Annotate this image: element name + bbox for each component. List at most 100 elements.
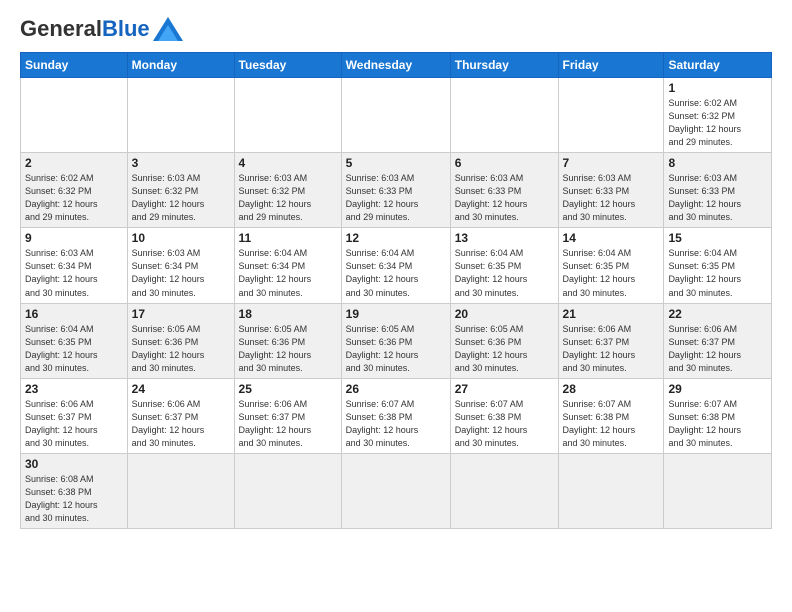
calendar-cell: 2 Sunrise: 6:02 AM Sunset: 6:32 PM Daylig… (21, 153, 128, 228)
day-info: Sunrise: 6:06 AM Sunset: 6:37 PM Dayligh… (668, 323, 767, 375)
calendar-cell: 5 Sunrise: 6:03 AM Sunset: 6:33 PM Daylig… (341, 153, 450, 228)
day-number: 1 (668, 81, 767, 95)
calendar-cell: 6Sunrise: 6:03 AM Sunset: 6:33 PM Daylig… (450, 153, 558, 228)
calendar-cell (558, 453, 664, 528)
day-info: Sunrise: 6:07 AM Sunset: 6:38 PM Dayligh… (563, 398, 660, 450)
logo-area: General Blue (20, 16, 183, 42)
day-info: Sunrise: 6:04 AM Sunset: 6:34 PM Dayligh… (346, 247, 446, 299)
calendar-cell: 13 Sunrise: 6:04 AM Sunset: 6:35 PM Dayli… (450, 228, 558, 303)
logo-icon (153, 17, 183, 41)
calendar-cell: 30 Sunrise: 6:08 AM Sunset: 6:38 PM Dayli… (21, 453, 128, 528)
day-number: 21 (563, 307, 660, 321)
day-number: 3 (132, 156, 230, 170)
day-number: 13 (455, 231, 554, 245)
day-number: 26 (346, 382, 446, 396)
header: General Blue (20, 16, 772, 42)
day-info: Sunrise: 6:03 AM Sunset: 6:33 PM Dayligh… (346, 172, 446, 224)
day-info: Sunrise: 6:03 AM Sunset: 6:32 PM Dayligh… (132, 172, 230, 224)
day-number: 14 (563, 231, 660, 245)
day-info: Sunrise: 6:04 AM Sunset: 6:35 PM Dayligh… (25, 323, 123, 375)
calendar-page: General Blue SundayMondayTuesdayWednesda… (0, 0, 792, 539)
calendar-cell (127, 453, 234, 528)
day-number: 19 (346, 307, 446, 321)
week-row-5: 30 Sunrise: 6:08 AM Sunset: 6:38 PM Dayli… (21, 453, 772, 528)
week-row-2: 9 Sunrise: 6:03 AM Sunset: 6:34 PM Daylig… (21, 228, 772, 303)
calendar-cell: 9 Sunrise: 6:03 AM Sunset: 6:34 PM Daylig… (21, 228, 128, 303)
day-number: 24 (132, 382, 230, 396)
header-tuesday: Tuesday (234, 53, 341, 78)
day-number: 16 (25, 307, 123, 321)
header-wednesday: Wednesday (341, 53, 450, 78)
day-number: 25 (239, 382, 337, 396)
calendar-cell: 14 Sunrise: 6:04 AM Sunset: 6:35 PM Dayli… (558, 228, 664, 303)
day-number: 30 (25, 457, 123, 471)
day-number: 20 (455, 307, 554, 321)
day-info: Sunrise: 6:05 AM Sunset: 6:36 PM Dayligh… (455, 323, 554, 375)
calendar-cell: 10Sunrise: 6:03 AM Sunset: 6:34 PM Dayli… (127, 228, 234, 303)
calendar-cell: 7Sunrise: 6:03 AM Sunset: 6:33 PM Daylig… (558, 153, 664, 228)
calendar-cell (450, 78, 558, 153)
day-number: 9 (25, 231, 123, 245)
calendar-cell: 11Sunrise: 6:04 AM Sunset: 6:34 PM Dayli… (234, 228, 341, 303)
calendar-cell: 1 Sunrise: 6:02 AM Sunset: 6:32 PM Daylig… (664, 78, 772, 153)
day-number: 8 (668, 156, 767, 170)
day-info: Sunrise: 6:08 AM Sunset: 6:38 PM Dayligh… (25, 473, 123, 525)
header-row: SundayMondayTuesdayWednesdayThursdayFrid… (21, 53, 772, 78)
week-row-4: 23Sunrise: 6:06 AM Sunset: 6:37 PM Dayli… (21, 378, 772, 453)
day-number: 17 (132, 307, 230, 321)
calendar-cell: 17 Sunrise: 6:05 AM Sunset: 6:36 PM Dayli… (127, 303, 234, 378)
calendar-cell: 20 Sunrise: 6:05 AM Sunset: 6:36 PM Dayli… (450, 303, 558, 378)
header-saturday: Saturday (664, 53, 772, 78)
calendar-cell: 29 Sunrise: 6:07 AM Sunset: 6:38 PM Dayli… (664, 378, 772, 453)
calendar-cell: 27Sunrise: 6:07 AM Sunset: 6:38 PM Dayli… (450, 378, 558, 453)
day-info: Sunrise: 6:04 AM Sunset: 6:34 PM Dayligh… (239, 247, 337, 299)
day-number: 28 (563, 382, 660, 396)
day-info: Sunrise: 6:07 AM Sunset: 6:38 PM Dayligh… (346, 398, 446, 450)
calendar-cell (234, 453, 341, 528)
calendar-table: SundayMondayTuesdayWednesdayThursdayFrid… (20, 52, 772, 529)
day-number: 5 (346, 156, 446, 170)
calendar-cell: 16 Sunrise: 6:04 AM Sunset: 6:35 PM Dayli… (21, 303, 128, 378)
day-info: Sunrise: 6:07 AM Sunset: 6:38 PM Dayligh… (455, 398, 554, 450)
calendar-cell (341, 78, 450, 153)
day-number: 2 (25, 156, 123, 170)
calendar-cell: 28 Sunrise: 6:07 AM Sunset: 6:38 PM Dayli… (558, 378, 664, 453)
day-info: Sunrise: 6:06 AM Sunset: 6:37 PM Dayligh… (563, 323, 660, 375)
calendar-cell: 18Sunrise: 6:05 AM Sunset: 6:36 PM Dayli… (234, 303, 341, 378)
day-info: Sunrise: 6:02 AM Sunset: 6:32 PM Dayligh… (25, 172, 123, 224)
day-info: Sunrise: 6:04 AM Sunset: 6:35 PM Dayligh… (563, 247, 660, 299)
day-number: 7 (563, 156, 660, 170)
header-monday: Monday (127, 53, 234, 78)
day-info: Sunrise: 6:05 AM Sunset: 6:36 PM Dayligh… (132, 323, 230, 375)
calendar-cell: 12Sunrise: 6:04 AM Sunset: 6:34 PM Dayli… (341, 228, 450, 303)
calendar-cell (664, 453, 772, 528)
day-info: Sunrise: 6:06 AM Sunset: 6:37 PM Dayligh… (25, 398, 123, 450)
day-info: Sunrise: 6:03 AM Sunset: 6:33 PM Dayligh… (455, 172, 554, 224)
day-info: Sunrise: 6:02 AM Sunset: 6:32 PM Dayligh… (668, 97, 767, 149)
day-info: Sunrise: 6:07 AM Sunset: 6:38 PM Dayligh… (668, 398, 767, 450)
calendar-cell: 26 Sunrise: 6:07 AM Sunset: 6:38 PM Dayli… (341, 378, 450, 453)
calendar-cell: 8 Sunrise: 6:03 AM Sunset: 6:33 PM Daylig… (664, 153, 772, 228)
day-info: Sunrise: 6:04 AM Sunset: 6:35 PM Dayligh… (455, 247, 554, 299)
calendar-cell: 24 Sunrise: 6:06 AM Sunset: 6:37 PM Dayli… (127, 378, 234, 453)
calendar-cell: 19 Sunrise: 6:05 AM Sunset: 6:36 PM Dayli… (341, 303, 450, 378)
header-sunday: Sunday (21, 53, 128, 78)
day-number: 15 (668, 231, 767, 245)
calendar-cell: 3 Sunrise: 6:03 AM Sunset: 6:32 PM Daylig… (127, 153, 234, 228)
day-info: Sunrise: 6:03 AM Sunset: 6:32 PM Dayligh… (239, 172, 337, 224)
week-row-3: 16 Sunrise: 6:04 AM Sunset: 6:35 PM Dayli… (21, 303, 772, 378)
day-info: Sunrise: 6:06 AM Sunset: 6:37 PM Dayligh… (132, 398, 230, 450)
calendar-cell: 21 Sunrise: 6:06 AM Sunset: 6:37 PM Dayli… (558, 303, 664, 378)
day-number: 22 (668, 307, 767, 321)
day-info: Sunrise: 6:06 AM Sunset: 6:37 PM Dayligh… (239, 398, 337, 450)
header-friday: Friday (558, 53, 664, 78)
day-info: Sunrise: 6:03 AM Sunset: 6:34 PM Dayligh… (25, 247, 123, 299)
day-info: Sunrise: 6:03 AM Sunset: 6:33 PM Dayligh… (668, 172, 767, 224)
calendar-cell: 15Sunrise: 6:04 AM Sunset: 6:35 PM Dayli… (664, 228, 772, 303)
logo-general: General (20, 16, 102, 42)
day-number: 29 (668, 382, 767, 396)
day-info: Sunrise: 6:05 AM Sunset: 6:36 PM Dayligh… (346, 323, 446, 375)
calendar-cell: 22 Sunrise: 6:06 AM Sunset: 6:37 PM Dayli… (664, 303, 772, 378)
calendar-cell: 25 Sunrise: 6:06 AM Sunset: 6:37 PM Dayli… (234, 378, 341, 453)
day-info: Sunrise: 6:03 AM Sunset: 6:34 PM Dayligh… (132, 247, 230, 299)
